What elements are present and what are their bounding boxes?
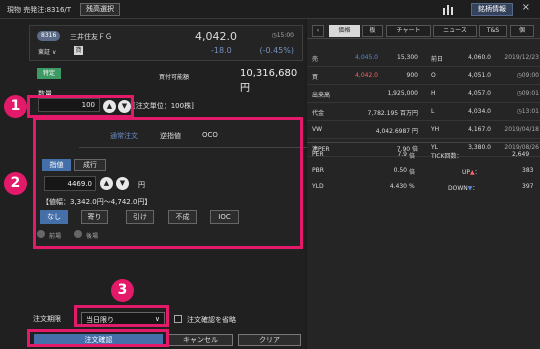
account-type-badge: 特定 (37, 68, 61, 79)
tab-normal-order[interactable]: 通常注文 (110, 131, 138, 141)
stock-info-button[interactable]: 銘柄情報 (471, 3, 513, 16)
window-titlebar: 現物 売発注:8316/T 残高選択 銘柄情報 × (0, 0, 540, 19)
quantity-input[interactable]: 100 (38, 98, 100, 112)
condition-close-button[interactable]: 引け (126, 210, 154, 224)
limit-order-button[interactable]: 指値 (42, 159, 71, 171)
stat-pbr-label: PBR (312, 167, 324, 174)
quantity-down-icon[interactable]: ▼ (118, 100, 131, 113)
chevron-down-icon: ∨ (51, 49, 57, 56)
market-tabs: ‹ 価格 板 チャート ニュース T&S 個 (307, 25, 540, 37)
session-front-label: 前場 (49, 233, 62, 240)
stat-per-unit: 倍 (409, 153, 416, 160)
skip-confirm-label: 注文確認を省略 (187, 316, 236, 324)
confirm-order-button[interactable]: 注文確認 (34, 334, 163, 346)
step-badge-1: 1 (4, 95, 27, 118)
tab-news[interactable]: ニュース (433, 25, 477, 37)
condition-ioc-button[interactable]: IOC (210, 210, 239, 224)
stock-name: 三井住友ＦＧ (70, 33, 112, 41)
tab-oco[interactable]: OCO (202, 131, 218, 139)
price-change: -18.0 (211, 46, 232, 55)
step-badge-2: 2 (4, 172, 27, 195)
price-up-icon[interactable]: ▲ (100, 177, 113, 190)
clear-button[interactable]: クリア (238, 334, 301, 346)
window-title: 現物 売発注:8316/T (7, 6, 72, 14)
stat-yld-unit: % (409, 183, 415, 190)
order-panel: 8316 三井住友ＦＧ 4,042.0 ◷15:00 東証 ∨ 貸 -18.0 … (0, 19, 309, 349)
price-time: ◷15:00 (271, 32, 294, 39)
credit-badge: 貸 (74, 46, 83, 55)
session-front-radio[interactable] (37, 230, 45, 238)
stat-yld-value: 4.430 (389, 183, 407, 190)
down-value: 397 (522, 183, 534, 190)
remaining-select-button[interactable]: 残高選択 (80, 3, 120, 16)
order-period-value: 当日限り (86, 316, 114, 324)
up-arrow-icon: ▲ (470, 169, 475, 176)
yen-label: 円 (138, 181, 145, 189)
condition-none-button[interactable]: なし (40, 210, 68, 224)
price-row-volume: 出来高 1,925,000 H 4,057.0 ◷09:01 (307, 85, 540, 103)
price-row-value: 代金 7,782.195 百万円 L 4,034.0 ◷13:01 (307, 103, 540, 121)
available-value: 10,316,680円 (240, 68, 298, 94)
order-type-panel: 通常注文 逆指値 OCO 指値 成行 4469.0 ▲ ▼ 円 【値幅：3,34… (34, 119, 309, 251)
tick-value: 2,649 (512, 151, 530, 158)
trading-window: 現物 売発注:8316/T 残高選択 銘柄情報 × 8316 三井住友ＦＧ 4,… (0, 0, 540, 349)
tab-time-and-sales[interactable]: T&S (479, 25, 507, 37)
tab-stop-order[interactable]: 逆指値 (160, 131, 181, 141)
tab-chart[interactable]: チャート (386, 25, 431, 37)
condition-funari-button[interactable]: 不成 (168, 210, 197, 224)
price-down-icon[interactable]: ▼ (116, 177, 129, 190)
price-row-sell: 売 4,045.0 15,300 前日 4,060.0 2019/12/23 (307, 49, 540, 67)
order-tabs: 通常注文 逆指値 OCO (110, 131, 242, 141)
skip-confirm-checkbox[interactable] (174, 315, 182, 323)
order-period-select[interactable]: 当日限り ∨ (81, 312, 165, 326)
tab-individual[interactable]: 個 (510, 25, 534, 37)
exchange-label: 東証 (38, 49, 51, 56)
stat-pbr-value: 0.50 (393, 167, 407, 174)
tab-price[interactable]: 価格 (329, 25, 360, 37)
market-order-button[interactable]: 成行 (74, 159, 106, 171)
stat-per-label: PER (312, 151, 324, 158)
unit-note: [注文単位：100株] (133, 102, 194, 110)
stat-per-value: 7.9 (397, 151, 407, 158)
bar-chart-icon[interactable] (441, 3, 455, 16)
up-label: UP▲： (462, 169, 481, 176)
step-badge-3: 3 (111, 279, 134, 302)
tab-board[interactable]: 板 (362, 25, 383, 37)
cancel-button[interactable]: キャンセル (168, 334, 233, 346)
close-icon[interactable]: × (522, 2, 530, 14)
market-info-panel: ‹ 価格 板 チャート ニュース T&S 個 売 4,045.0 15,300 … (307, 19, 540, 349)
condition-open-button[interactable]: 寄り (81, 210, 108, 224)
tab-previous[interactable]: ‹ (312, 25, 324, 37)
order-period-label: 注文期限 (33, 315, 61, 323)
price-row-vwap: VW 4,042.6987 円 YH 4,167.0 2019/04/18 (307, 121, 540, 139)
tab-divider (307, 38, 540, 39)
session-back-radio[interactable] (74, 230, 82, 238)
limit-price-input[interactable]: 4469.0 (44, 176, 96, 191)
tab-divider (79, 147, 309, 148)
down-label: DOWN▼： (448, 185, 479, 192)
price-range: 【値幅：3,342.0円～4,742.0円】 (42, 198, 152, 206)
section-divider (307, 142, 540, 143)
up-value: 383 (522, 167, 534, 174)
session-back-label: 後場 (86, 233, 99, 240)
stock-summary: 8316 三井住友ＦＧ 4,042.0 ◷15:00 東証 ∨ 貸 -18.0 … (29, 25, 303, 61)
down-arrow-icon: ▼ (467, 185, 473, 192)
current-price: 4,042.0 (195, 30, 237, 43)
quantity-up-icon[interactable]: ▲ (103, 100, 116, 113)
tick-label: TICK回数： (431, 153, 463, 160)
chevron-down-icon: ∨ (154, 315, 160, 323)
price-change-percent: (-0.45%) (259, 46, 294, 55)
stock-code-badge: 8316 (37, 31, 61, 41)
price-row-buy: 買 4,042.0 900 O 4,051.0 ◷09:00 (307, 67, 540, 85)
available-label: 買付可能額 (159, 74, 190, 81)
stat-pbr-unit: 倍 (409, 169, 416, 176)
stat-yld-label: YLD (312, 183, 324, 190)
exchange-select[interactable]: 東証 ∨ (38, 47, 56, 56)
